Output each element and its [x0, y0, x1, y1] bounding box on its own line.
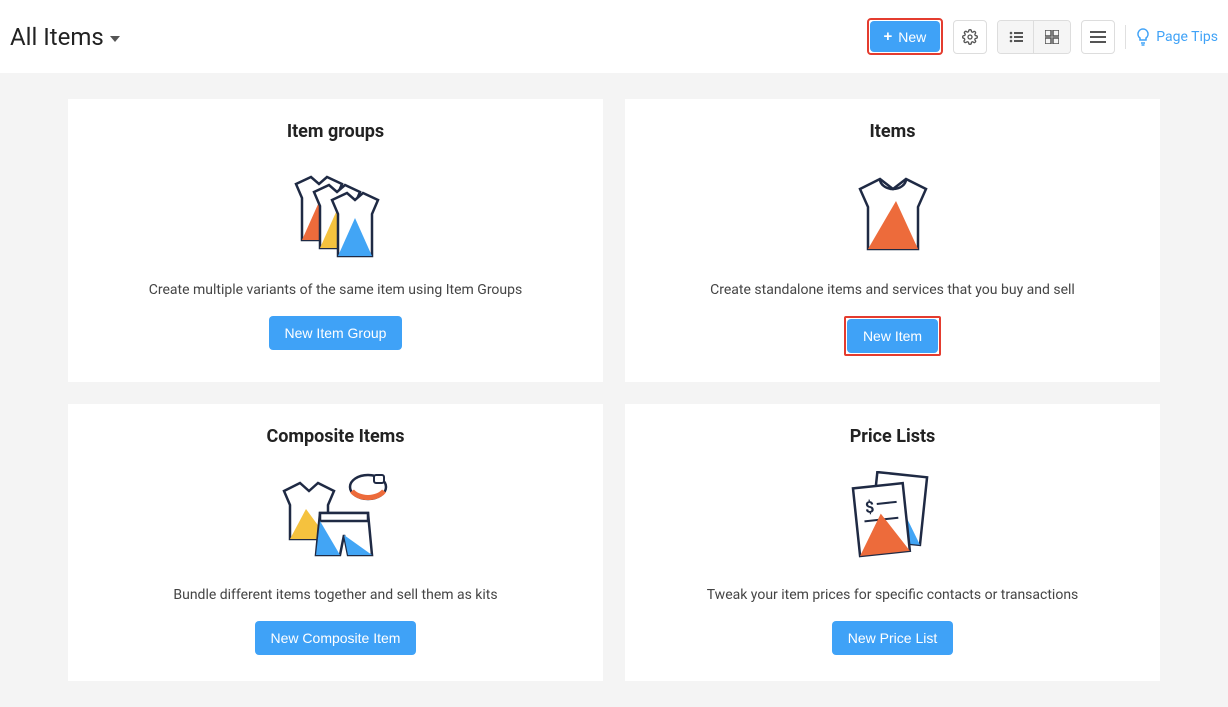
divider: [1125, 25, 1126, 49]
list-icon: [1009, 31, 1023, 43]
new-item-highlight: New Item: [844, 316, 941, 356]
new-composite-item-button[interactable]: New Composite Item: [255, 621, 417, 655]
new-button-label: New: [898, 29, 926, 45]
new-button[interactable]: New: [870, 21, 941, 52]
page-title: All Items: [10, 23, 104, 51]
view-grid-button[interactable]: [1034, 21, 1070, 53]
settings-button[interactable]: [953, 20, 987, 54]
page-tips-label: Page Tips: [1156, 29, 1218, 45]
card-title: Price Lists: [850, 426, 936, 447]
items-icon: [848, 160, 938, 264]
page-header: All Items New: [0, 0, 1228, 73]
caret-down-icon: [110, 36, 120, 42]
price-lists-icon: $: [843, 465, 943, 569]
content-grid: Item groups Create multiple variants of …: [0, 73, 1228, 707]
card-desc: Bundle different items together and sell…: [173, 587, 497, 603]
card-composite-items: Composite Items: [68, 404, 603, 681]
card-desc: Tweak your item prices for specific cont…: [707, 587, 1079, 603]
title-dropdown[interactable]: All Items: [10, 23, 120, 51]
view-toggle: [997, 20, 1071, 54]
card-item-groups: Item groups Create multiple variants of …: [68, 99, 603, 382]
header-actions: New: [867, 18, 1218, 55]
view-list-button[interactable]: [998, 21, 1034, 53]
gear-icon: [962, 29, 978, 45]
lightbulb-icon: [1136, 28, 1150, 46]
plus-icon: [884, 28, 893, 45]
grid-icon: [1045, 30, 1059, 44]
card-title: Items: [870, 121, 916, 142]
menu-button[interactable]: [1081, 20, 1115, 54]
card-price-lists: Price Lists $ Tweak your item prices for…: [625, 404, 1160, 681]
new-button-highlight: New: [867, 18, 944, 55]
card-items: Items Create standalone items and servic…: [625, 99, 1160, 382]
card-desc: Create standalone items and services tha…: [710, 282, 1075, 298]
card-title: Item groups: [287, 121, 384, 142]
page-tips-link[interactable]: Page Tips: [1136, 28, 1218, 46]
new-item-button[interactable]: New Item: [847, 319, 938, 353]
hamburger-icon: [1090, 31, 1106, 33]
card-title: Composite Items: [266, 426, 404, 447]
item-groups-icon: [281, 160, 391, 264]
card-desc: Create multiple variants of the same ite…: [149, 282, 522, 298]
new-item-group-button[interactable]: New Item Group: [269, 316, 403, 350]
composite-items-icon: [276, 465, 396, 569]
new-price-list-button[interactable]: New Price List: [832, 621, 953, 655]
